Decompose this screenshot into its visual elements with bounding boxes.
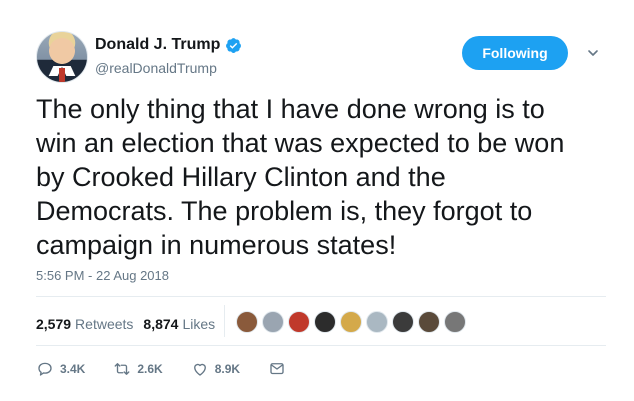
liker-avatar[interactable] — [444, 311, 466, 333]
divider-bottom — [36, 345, 606, 346]
tweet-timestamp[interactable]: 5:56 PM - 22 Aug 2018 — [36, 268, 169, 283]
author-name-row: Donald J. Trump — [95, 36, 242, 54]
direct-message-action[interactable] — [268, 360, 292, 378]
like-action[interactable]: 8.9K — [191, 360, 240, 378]
reply-action[interactable]: 3.4K — [36, 360, 85, 378]
tweet-actions: 3.4K 2.6K 8.9K — [36, 360, 320, 378]
likes-label[interactable]: Likes — [182, 316, 215, 332]
liker-avatar[interactable] — [392, 311, 414, 333]
liker-avatar[interactable] — [418, 311, 440, 333]
stats-separator — [224, 305, 225, 337]
liker-avatar[interactable] — [366, 311, 388, 333]
like-count: 8.9K — [214, 362, 241, 376]
retweet-count: 2.6K — [137, 362, 163, 376]
retweet-icon — [114, 363, 130, 375]
liker-avatar[interactable] — [236, 311, 258, 333]
retweets-count[interactable]: 2,579 — [36, 316, 71, 332]
tweet-card: Donald J. Trump @realDonaldTrump Followi… — [0, 0, 634, 401]
author-display-name[interactable]: Donald J. Trump — [95, 36, 220, 54]
verified-badge-icon — [226, 37, 242, 53]
avatar[interactable] — [36, 31, 88, 83]
heart-icon — [193, 363, 206, 376]
retweet-action[interactable]: 2.6K — [113, 360, 163, 378]
following-button[interactable]: Following — [462, 36, 568, 70]
liker-avatar[interactable] — [314, 311, 336, 333]
retweets-label[interactable]: Retweets — [75, 316, 133, 332]
liker-avatar[interactable] — [340, 311, 362, 333]
divider-top — [36, 296, 606, 297]
tweet-text: The only thing that I have done wrong is… — [36, 94, 565, 260]
chevron-down-icon[interactable] — [587, 47, 599, 59]
author-handle[interactable]: @realDonaldTrump — [95, 60, 217, 76]
tweet-stats: 2,579 Retweets 8,874 Likes — [36, 316, 225, 332]
liker-avatars — [236, 311, 470, 333]
likes-count[interactable]: 8,874 — [143, 316, 178, 332]
liker-avatar[interactable] — [288, 311, 310, 333]
reply-icon — [38, 362, 52, 376]
liker-avatar[interactable] — [262, 311, 284, 333]
reply-count: 3.4K — [60, 362, 86, 376]
envelope-icon — [270, 363, 284, 375]
avatar-tie — [59, 68, 65, 82]
